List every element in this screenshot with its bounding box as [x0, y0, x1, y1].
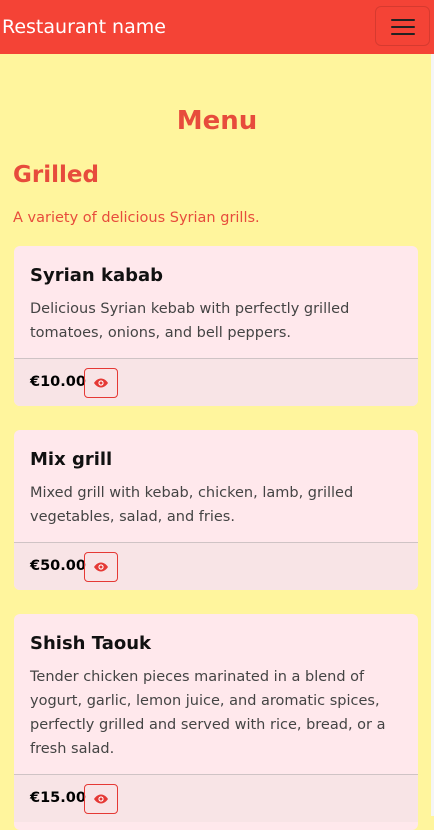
menu-item-description: Mixed grill with kebab, chicken, lamb, g…: [30, 485, 354, 525]
view-item-button[interactable]: [84, 784, 118, 814]
menu-item-description: Delicious Syrian kebab with perfectly gr…: [30, 301, 350, 341]
section-title: Grilled: [13, 162, 99, 188]
navbar: Restaurant name: [0, 0, 434, 54]
card-body: Shish Taouk Tender chicken pieces marina…: [14, 614, 418, 777]
menu-item-card: Mix grill Mixed grill with kebab, chicke…: [14, 430, 418, 590]
view-item-button[interactable]: [84, 368, 118, 398]
menu-item-card: Syrian kabab Delicious Syrian kebab with…: [14, 246, 418, 406]
card-footer: €50.00: [14, 542, 418, 590]
navbar-toggle-button[interactable]: [375, 6, 430, 46]
card-body: Syrian kabab Delicious Syrian kebab with…: [14, 246, 418, 361]
brand-name[interactable]: Restaurant name: [2, 15, 166, 39]
page-title: Menu: [176, 106, 258, 136]
menu-item-name: Shish Taouk: [30, 633, 151, 654]
menu-item-name: Syrian kabab: [30, 265, 164, 286]
menu-item-price: €50.00: [30, 558, 86, 574]
card-footer: €10.00: [14, 358, 418, 406]
eye-icon: [94, 562, 108, 572]
card-footer: €15.00: [14, 774, 418, 822]
menu-item-description: Tender chicken pieces marinated in a ble…: [30, 669, 386, 757]
menu-item-price: €10.00: [30, 374, 86, 390]
card-body: Mix grill Mixed grill with kebab, chicke…: [14, 430, 418, 545]
eye-icon: [94, 794, 108, 804]
eye-icon: [94, 378, 108, 388]
view-item-button[interactable]: [84, 552, 118, 582]
section-description: A variety of delicious Syrian grills.: [13, 210, 260, 226]
menu-item-card: Shish Taouk Tender chicken pieces marina…: [14, 614, 418, 830]
menu-item-name: Mix grill: [30, 449, 113, 470]
menu-item-price: €15.00: [30, 790, 86, 806]
